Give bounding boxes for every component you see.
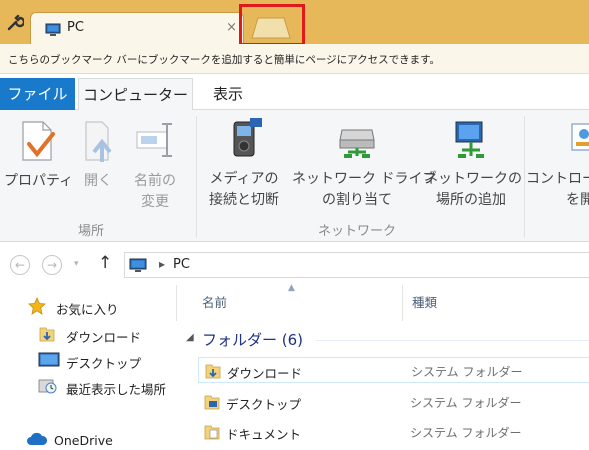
back-button[interactable]: ← bbox=[10, 255, 30, 275]
sort-ascending-icon: ▲ bbox=[288, 283, 295, 293]
open-icon bbox=[76, 118, 120, 171]
bookmark-bar-hint: こちらのブックマーク バーにブックマークを追加すると簡単にページにアクセスできま… bbox=[8, 54, 441, 66]
add-location-label-2: 場所の追加 bbox=[436, 192, 506, 208]
address-bar[interactable]: ▸ PC bbox=[124, 252, 589, 278]
ribbon-tab-row: ファイル コンピューター 表示 bbox=[0, 78, 589, 111]
ribbon-panel: プロパティ 開く 名前の 変更 場所 メディアの 接続と切断 ネットワーク ドラ… bbox=[0, 110, 589, 242]
documents-folder-icon bbox=[204, 424, 220, 444]
rename-label-1: 名前の bbox=[134, 173, 176, 189]
forward-button[interactable]: → bbox=[42, 255, 62, 275]
control-panel-label-1: コントロー bbox=[526, 171, 589, 187]
group-separator bbox=[196, 116, 197, 238]
tab-close-button[interactable]: × bbox=[226, 20, 237, 35]
column-header-type[interactable]: 種類 bbox=[412, 292, 437, 311]
star-icon bbox=[28, 296, 46, 318]
recent-places-icon bbox=[38, 377, 58, 398]
media-connect-button[interactable]: メディアの 接続と切断 bbox=[198, 116, 290, 211]
pc-icon bbox=[129, 258, 147, 273]
collapse-group-icon[interactable]: ◢ bbox=[186, 332, 194, 343]
file-row[interactable]: ダウンロード システム フォルダー bbox=[198, 357, 589, 383]
up-button[interactable]: ↑ bbox=[98, 253, 112, 273]
media-label-2: 接続と切断 bbox=[209, 192, 279, 208]
nav-label-downloads: ダウンロード bbox=[66, 330, 142, 345]
group-divider-line bbox=[316, 340, 589, 341]
group-separator bbox=[524, 116, 525, 238]
tab-title: PC bbox=[67, 20, 84, 35]
map-drive-label-2: の割り当て bbox=[322, 192, 392, 208]
browser-tab-pc[interactable]: PC × bbox=[30, 12, 244, 44]
network-drive-icon bbox=[292, 116, 422, 169]
bookmark-bar: こちらのブックマーク バーにブックマークを追加すると簡単にページにアクセスできま… bbox=[0, 44, 589, 74]
file-type: システム フォルダー bbox=[411, 365, 523, 379]
breadcrumb-separator[interactable]: ▸ bbox=[159, 257, 165, 271]
file-row[interactable]: ドキュメント システム フォルダー bbox=[198, 419, 589, 445]
control-panel-icon bbox=[568, 116, 589, 169]
pc-favicon-icon bbox=[45, 22, 61, 36]
wrench-icon[interactable] bbox=[6, 14, 26, 32]
nav-label-desktop: デスクトップ bbox=[66, 356, 142, 371]
downloads-folder-icon bbox=[38, 325, 56, 346]
address-row: ← → ▾ ↑ ▸ PC bbox=[0, 243, 589, 285]
cloud-icon bbox=[26, 431, 48, 450]
group-header-folders[interactable]: フォルダー (6) bbox=[202, 329, 303, 350]
open-label: 開く bbox=[84, 173, 112, 189]
recent-locations-dropdown[interactable]: ▾ bbox=[74, 259, 79, 269]
file-list-pane: ▲ 名前 種類 ◢ フォルダー (6) ダウンロード システム フォルダー デス… bbox=[176, 283, 589, 450]
properties-button[interactable]: プロパティ bbox=[4, 118, 74, 192]
tab-file[interactable]: ファイル bbox=[0, 78, 75, 110]
file-name: ダウンロード bbox=[227, 366, 303, 381]
desktop-icon bbox=[38, 351, 60, 372]
rename-button[interactable]: 名前の 変更 bbox=[126, 118, 184, 213]
map-drive-label-1: ネットワーク ドライブ bbox=[292, 171, 437, 187]
rename-icon bbox=[126, 118, 184, 171]
highlight-annotation-box bbox=[239, 4, 305, 46]
tab-computer[interactable]: コンピューター bbox=[78, 78, 193, 111]
nav-label-onedrive: OneDrive bbox=[54, 433, 113, 448]
column-divider[interactable] bbox=[402, 285, 403, 321]
column-header-name[interactable]: 名前 bbox=[202, 292, 227, 311]
file-type: システム フォルダー bbox=[410, 396, 522, 410]
open-button[interactable]: 開く bbox=[76, 118, 120, 192]
file-row[interactable]: デスクトップ システム フォルダー bbox=[198, 389, 589, 415]
add-network-location-button[interactable]: ネットワークの 場所の追加 bbox=[424, 116, 522, 211]
rename-label-2: 変更 bbox=[141, 194, 169, 210]
file-type: システム フォルダー bbox=[410, 426, 522, 440]
map-network-drive-button[interactable]: ネットワーク ドライブ の割り当て bbox=[292, 116, 437, 211]
desktop-folder-icon bbox=[204, 394, 220, 414]
breadcrumb-pc[interactable]: PC bbox=[173, 257, 190, 272]
properties-icon bbox=[4, 118, 70, 171]
media-label-1: メディアの bbox=[209, 171, 279, 187]
control-panel-button[interactable]: コントロー を開 bbox=[526, 116, 589, 211]
tab-view[interactable]: 表示 bbox=[198, 78, 258, 110]
downloads-folder-icon bbox=[205, 363, 221, 383]
group-label-location: 場所 bbox=[78, 224, 105, 239]
add-location-label-1: ネットワークの bbox=[424, 171, 522, 187]
file-name: ドキュメント bbox=[226, 427, 302, 442]
properties-label: プロパティ bbox=[4, 173, 74, 189]
nav-label-favorites: お気に入り bbox=[56, 302, 119, 317]
file-name: デスクトップ bbox=[226, 397, 302, 412]
browser-tab-strip: PC × bbox=[0, 0, 589, 46]
nav-label-recent-places: 最近表示した場所 bbox=[66, 382, 167, 397]
navigation-pane: お気に入り ダウンロード デスクトップ 最近表示した場所 OneDrive bbox=[0, 285, 176, 450]
media-device-icon bbox=[198, 116, 290, 169]
network-location-icon bbox=[424, 116, 518, 169]
control-panel-label-2: を開 bbox=[566, 192, 589, 208]
column-divider bbox=[176, 285, 177, 321]
group-label-network: ネットワーク bbox=[318, 224, 397, 239]
